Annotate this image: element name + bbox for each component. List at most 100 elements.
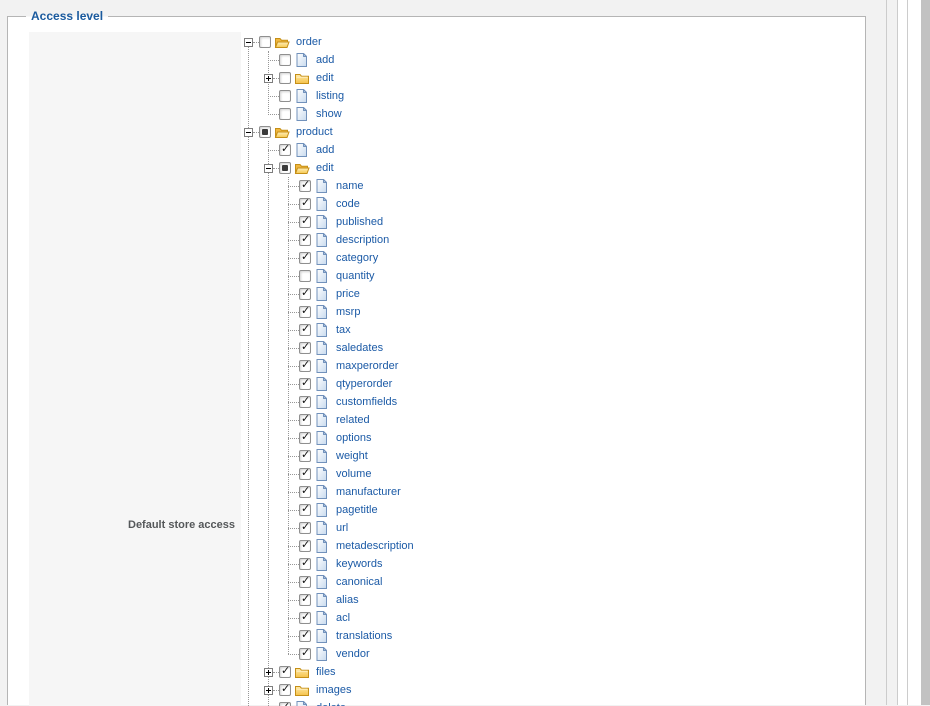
tree-node-label[interactable]: published <box>336 216 383 228</box>
node-checkbox-checked[interactable] <box>299 214 311 228</box>
tree-node-label[interactable]: name <box>336 180 364 192</box>
tree-node-label[interactable]: canonical <box>336 576 382 588</box>
node-checkbox-unchecked[interactable] <box>299 270 311 282</box>
node-checkbox-checked[interactable] <box>279 700 291 706</box>
tree-node-label[interactable]: edit <box>316 72 334 84</box>
node-checkbox-indeterminate[interactable] <box>279 162 291 174</box>
tree-node-label[interactable]: code <box>336 198 360 210</box>
file-icon <box>294 142 310 158</box>
node-checkbox-checked[interactable] <box>299 466 311 480</box>
tree-node-label[interactable]: msrp <box>336 306 360 318</box>
tree-node-label[interactable]: show <box>316 108 342 120</box>
node-checkbox-checked[interactable] <box>299 520 311 534</box>
tree-node-label[interactable]: saledates <box>336 342 383 354</box>
node-checkbox-checked[interactable] <box>299 196 311 210</box>
folder-closed-icon <box>294 682 310 698</box>
tree-node-label[interactable]: manufacturer <box>336 486 401 498</box>
node-checkbox-checked[interactable] <box>299 376 311 390</box>
node-checkbox-checked[interactable] <box>299 178 311 192</box>
file-icon <box>314 538 330 554</box>
node-checkbox-checked[interactable] <box>299 502 311 516</box>
node-checkbox-checked[interactable] <box>299 448 311 462</box>
tree-node-label[interactable]: translations <box>336 630 392 642</box>
tree-node-label[interactable]: tax <box>336 324 351 336</box>
node-checkbox-checked[interactable] <box>279 682 291 696</box>
tree-node-label[interactable]: qtyperorder <box>336 378 392 390</box>
tree-node-label[interactable]: add <box>316 144 334 156</box>
node-checkbox-checked[interactable] <box>299 394 311 408</box>
tree-node-label[interactable]: weight <box>336 450 368 462</box>
file-icon <box>314 484 330 500</box>
tree-node-label[interactable]: edit <box>316 162 334 174</box>
node-checkbox-checked[interactable] <box>299 646 311 660</box>
tree-row: name <box>284 177 364 195</box>
tree-node-label[interactable]: acl <box>336 612 350 624</box>
tree-node-label[interactable]: description <box>336 234 389 246</box>
tree-node-label[interactable]: vendor <box>336 648 370 660</box>
node-checkbox-unchecked[interactable] <box>259 36 271 48</box>
tree-node-label[interactable]: add <box>316 54 334 66</box>
tree-row: order <box>244 33 322 51</box>
node-checkbox-checked[interactable] <box>299 430 311 444</box>
node-checkbox-checked[interactable] <box>299 340 311 354</box>
node-checkbox-checked[interactable] <box>299 484 311 498</box>
node-checkbox-unchecked[interactable] <box>279 90 291 102</box>
tree-node-label[interactable]: category <box>336 252 378 264</box>
file-icon <box>314 556 330 572</box>
file-icon <box>294 88 310 104</box>
tree-node-label[interactable]: related <box>336 414 370 426</box>
node-checkbox-checked[interactable] <box>299 286 311 300</box>
tree-node-label[interactable]: customfields <box>336 396 397 408</box>
tree-row: category <box>284 249 378 267</box>
node-checkbox-checked[interactable] <box>299 538 311 552</box>
collapse-icon[interactable] <box>244 127 253 137</box>
node-checkbox-unchecked[interactable] <box>279 72 291 84</box>
tree-row: code <box>284 195 360 213</box>
node-checkbox-checked[interactable] <box>299 592 311 606</box>
node-checkbox-checked[interactable] <box>299 358 311 372</box>
file-icon <box>314 610 330 626</box>
tree-row: quantity <box>284 267 375 285</box>
tree-node-label[interactable]: maxperorder <box>336 360 398 372</box>
tree-node-label[interactable]: metadescription <box>336 540 414 552</box>
tree-node-label[interactable]: order <box>296 36 322 48</box>
tree-row: edit <box>264 69 334 87</box>
tree-node-label[interactable]: images <box>316 684 351 696</box>
node-checkbox-indeterminate[interactable] <box>259 126 271 138</box>
node-checkbox-checked[interactable] <box>299 322 311 336</box>
tree-node-label[interactable]: url <box>336 522 348 534</box>
node-checkbox-checked[interactable] <box>299 556 311 570</box>
node-checkbox-checked[interactable] <box>279 664 291 678</box>
tree-connector-stub <box>288 383 299 385</box>
collapse-icon[interactable] <box>244 37 253 47</box>
node-checkbox-checked[interactable] <box>299 232 311 246</box>
tree-node-label[interactable]: price <box>336 288 360 300</box>
node-checkbox-checked[interactable] <box>299 304 311 318</box>
tree-row: customfields <box>284 393 397 411</box>
tree-node-label[interactable]: options <box>336 432 371 444</box>
file-icon <box>314 376 330 392</box>
node-checkbox-checked[interactable] <box>299 628 311 642</box>
expand-icon[interactable] <box>264 667 273 677</box>
tree-node-label[interactable]: keywords <box>336 558 382 570</box>
node-checkbox-checked[interactable] <box>299 412 311 426</box>
node-checkbox-checked[interactable] <box>279 142 291 156</box>
scrollbar[interactable] <box>921 0 930 705</box>
node-checkbox-checked[interactable] <box>299 574 311 588</box>
node-checkbox-unchecked[interactable] <box>279 108 291 120</box>
tree-node-label[interactable]: pagetitle <box>336 504 378 516</box>
expand-icon[interactable] <box>264 685 273 695</box>
tree-node-label[interactable]: alias <box>336 594 359 606</box>
tree-node-label[interactable]: volume <box>336 468 371 480</box>
collapse-icon[interactable] <box>264 163 273 173</box>
tree-node-label[interactable]: product <box>296 126 333 138</box>
tree-node-label[interactable]: files <box>316 666 336 678</box>
expand-icon[interactable] <box>264 73 273 83</box>
node-checkbox-unchecked[interactable] <box>279 54 291 66</box>
tree-node-label[interactable]: listing <box>316 90 344 102</box>
tree-node-label[interactable]: quantity <box>336 270 375 282</box>
tree-node-label[interactable]: delete <box>316 702 346 706</box>
file-icon <box>314 646 330 662</box>
node-checkbox-checked[interactable] <box>299 610 311 624</box>
node-checkbox-checked[interactable] <box>299 250 311 264</box>
